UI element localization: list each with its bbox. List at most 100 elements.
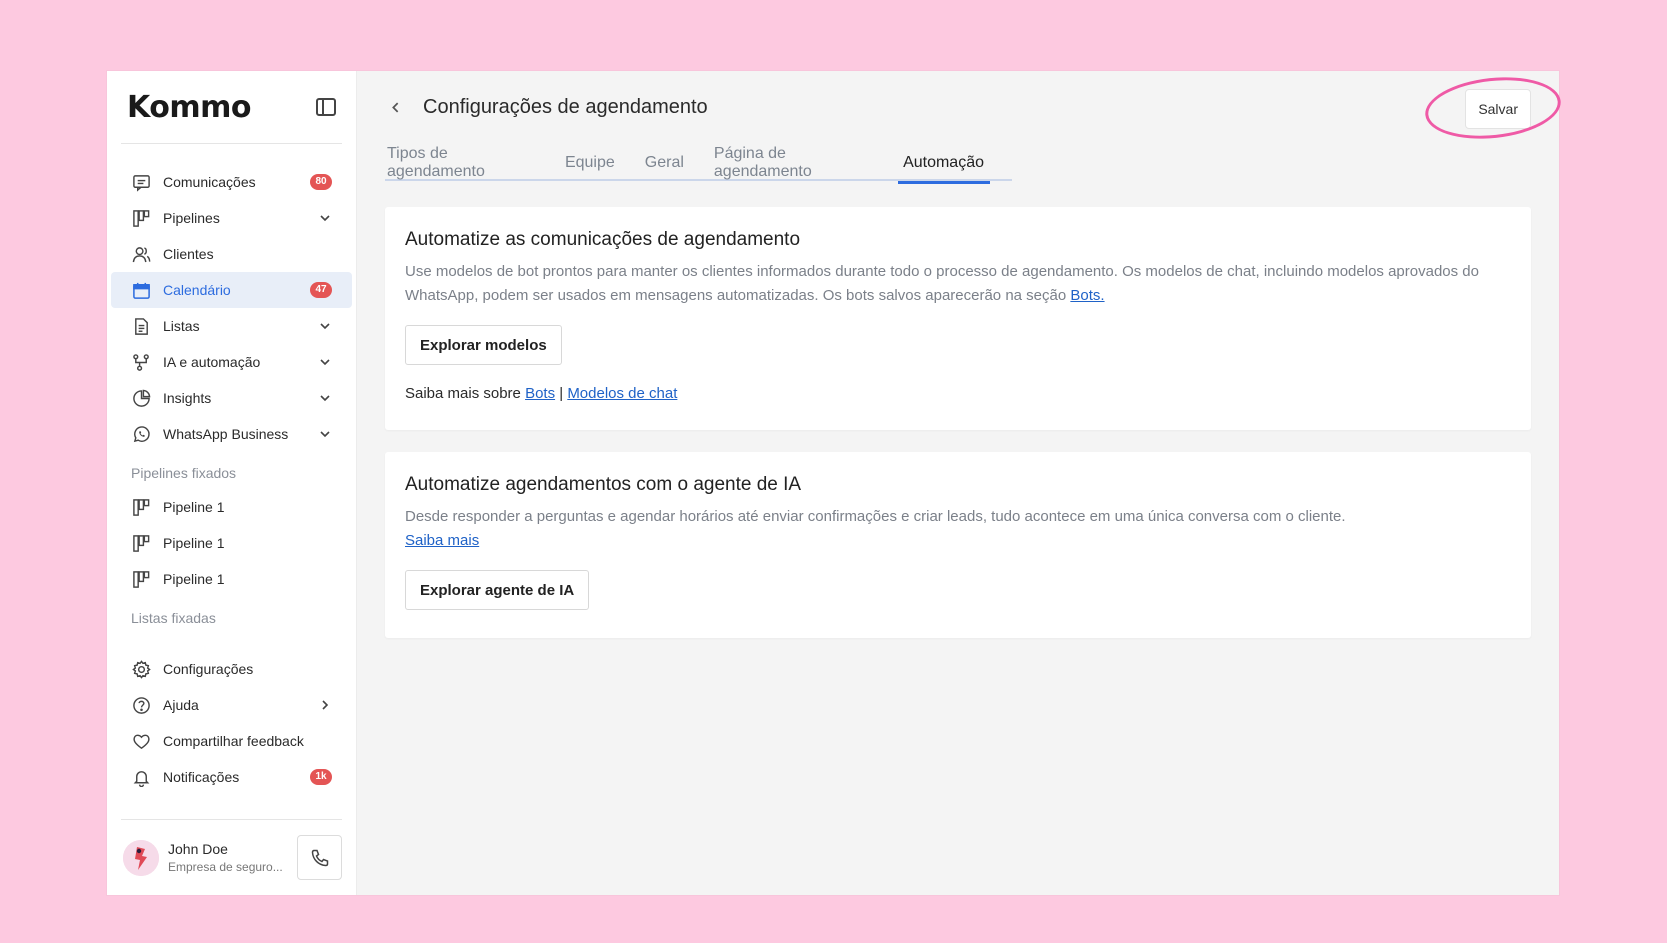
sidebar-item-label: Listas (163, 318, 200, 334)
gear-icon (131, 659, 151, 679)
bots-section-link[interactable]: Bots. (1070, 287, 1104, 304)
learn-more-line: Saiba mais sobre Bots | Modelos de chat (405, 385, 1511, 402)
sidebar-item-pipelines[interactable]: Pipelines (111, 200, 352, 236)
pinned-pipeline-label: Pipeline 1 (163, 535, 225, 551)
button-row: Explorar modelos (405, 325, 1511, 365)
sidebar-item-label: Comunicações (163, 174, 256, 190)
pipeline-icon (131, 497, 151, 517)
app-window: Kommo Comunicações 80 Pipelines Clientes… (107, 71, 1564, 895)
link-separator: | (555, 385, 568, 402)
card-title: Automatize as comunicações de agendament… (405, 229, 801, 250)
chevron-down-icon[interactable] (318, 355, 332, 369)
button-row: Explorar agente de IA (405, 570, 1511, 610)
pipeline-icon (131, 569, 151, 589)
event-badge: 47 (310, 282, 332, 298)
learn-more-prefix: Saiba mais sobre (405, 385, 526, 402)
save-button[interactable]: Salvar (1465, 89, 1531, 129)
logo-row: Kommo (107, 71, 356, 143)
tab-geral[interactable]: Geral (643, 145, 686, 181)
tab-automacao[interactable]: Automação (898, 145, 990, 184)
card-description: Use modelos de bot prontos para manter o… (405, 260, 1511, 308)
sidebar-item-label: Ajuda (163, 697, 199, 713)
bell-icon (131, 767, 151, 787)
chevron-down-icon[interactable] (318, 427, 332, 441)
sidebar-item-clientes[interactable]: Clientes (111, 236, 352, 272)
ai-agent-card: Automatize agendamentos com o agente de … (385, 452, 1531, 638)
user-name: John Doe (168, 841, 228, 857)
tab-pagina-de-agendamento[interactable]: Página de agendamento (712, 145, 874, 181)
card-description: Desde responder a perguntas e agendar ho… (405, 508, 1346, 525)
phone-icon (311, 849, 328, 866)
explore-templates-button[interactable]: Explorar modelos (405, 325, 562, 365)
chevron-down-icon[interactable] (318, 391, 332, 405)
pipeline-icon (131, 208, 151, 228)
main-nav: Comunicações 80 Pipelines Clientes Calen… (107, 144, 356, 634)
chevron-left-icon (391, 102, 398, 112)
automation-icon (131, 352, 151, 372)
avatar[interactable] (123, 839, 159, 876)
pinned-lists-heading: Listas fixadas (131, 609, 216, 626)
sidebar-item-label: Notificações (163, 769, 240, 785)
sidebar-item-ia-automacao[interactable]: IA e automação (111, 344, 352, 380)
document-icon (131, 316, 151, 336)
page-title: Configurações de agendamento (423, 95, 708, 118)
tab-tipos-de-agendamento[interactable]: Tipos de agendamento (385, 145, 537, 181)
back-button[interactable] (385, 97, 405, 117)
bot-templates-card: Automatize as comunicações de agendament… (385, 207, 1531, 430)
sidebar-item-label: Calendário (163, 282, 231, 298)
whatsapp-icon (131, 424, 151, 444)
pie-chart-icon (131, 388, 151, 408)
help-icon (131, 695, 151, 715)
explore-ai-agent-button[interactable]: Explorar agente de IA (405, 570, 590, 610)
sidebar-item-whatsapp[interactable]: WhatsApp Business (111, 416, 352, 452)
brand-logo[interactable]: Kommo (127, 90, 251, 125)
user-profile[interactable]: John Doe Empresa de seguro... (121, 819, 342, 895)
sidebar-item-ajuda[interactable]: Ajuda (111, 687, 352, 723)
learn-more-row: Saiba mais (405, 529, 1511, 553)
page-header: Configurações de agendamento Salvar (385, 71, 1564, 145)
sidebar-item-configuracoes[interactable]: Configurações (111, 651, 352, 687)
user-info: John Doe Empresa de seguro... (168, 841, 297, 874)
sidebar-item-label: IA e automação (163, 354, 261, 370)
chevron-down-icon[interactable] (318, 319, 332, 333)
sidebar-item-notificacoes[interactable]: Notificações 1k (111, 759, 352, 795)
chevron-down-icon[interactable] (318, 211, 332, 225)
main-content: Configurações de agendamento Salvar Tipo… (357, 71, 1564, 895)
phone-button[interactable] (297, 835, 342, 880)
pinned-pipeline-item[interactable]: Pipeline 1 (111, 525, 352, 561)
heart-icon (131, 731, 151, 751)
sidebar-item-insights[interactable]: Insights (111, 380, 352, 416)
sidebar-item-listas[interactable]: Listas (111, 308, 352, 344)
pinned-pipelines-heading: Pipelines fixados (131, 464, 237, 481)
sidebar-item-label: Clientes (163, 246, 214, 262)
sidebar-collapse-icon[interactable] (316, 98, 336, 116)
sidebar-item-label: Pipelines (163, 210, 220, 226)
tab-equipe[interactable]: Equipe (563, 145, 617, 181)
users-icon (131, 244, 151, 264)
bots-link[interactable]: Bots (525, 385, 555, 402)
sidebar-item-label: WhatsApp Business (163, 426, 289, 442)
pinned-pipeline-label: Pipeline 1 (163, 571, 225, 587)
bottom-nav: Configurações Ajuda Compartilhar feedbac… (107, 651, 356, 795)
pinned-pipeline-item[interactable]: Pipeline 1 (111, 489, 352, 525)
card-description-text: Use modelos de bot prontos para manter o… (405, 263, 1479, 304)
sidebar-item-label: Configurações (163, 661, 254, 677)
sidebar-item-calendario[interactable]: Calendário 47 (111, 272, 352, 308)
notification-badge: 1k (310, 769, 332, 785)
sidebar-item-label: Compartilhar feedback (163, 733, 304, 749)
chat-icon (131, 172, 151, 192)
pipeline-icon (131, 533, 151, 553)
sidebar-item-label: Insights (163, 390, 212, 406)
chevron-right-icon[interactable] (318, 698, 332, 712)
sidebar-item-comunicacoes[interactable]: Comunicações 80 (111, 164, 352, 200)
chat-templates-link[interactable]: Modelos de chat (567, 385, 677, 402)
calendar-icon (131, 280, 151, 300)
pinned-pipeline-label: Pipeline 1 (163, 499, 225, 515)
user-company: Empresa de seguro... (168, 860, 283, 874)
tab-bar: Tipos de agendamento Equipe Geral Página… (385, 145, 1012, 184)
pinned-pipeline-item[interactable]: Pipeline 1 (111, 561, 352, 597)
learn-more-link[interactable]: Saiba mais (405, 532, 479, 549)
unread-badge: 80 (310, 174, 332, 190)
sidebar: Kommo Comunicações 80 Pipelines Clientes… (107, 71, 357, 895)
sidebar-item-feedback[interactable]: Compartilhar feedback (111, 723, 352, 759)
